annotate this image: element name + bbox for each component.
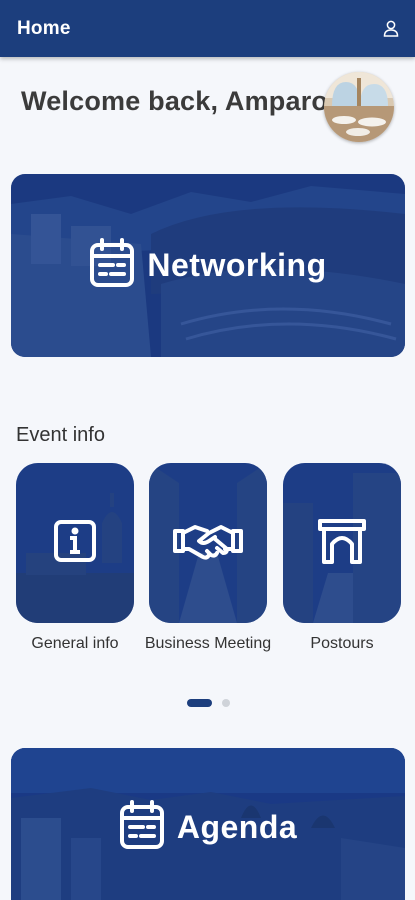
networking-label: Networking (147, 247, 327, 283)
calendar-icon (89, 237, 135, 294)
event-info-carousel[interactable]: General info Business Meeting Postours (16, 463, 406, 683)
carousel-pagination (187, 699, 230, 707)
page-title: Home (17, 17, 71, 39)
agenda-tile[interactable]: Agenda (11, 748, 405, 900)
business-meeting-tile[interactable] (149, 463, 267, 623)
arch-icon (318, 518, 366, 569)
event-info-title: Event info (16, 424, 105, 446)
app-header: Home (0, 0, 415, 57)
pagination-dot[interactable] (222, 699, 230, 707)
user-icon[interactable] (379, 17, 403, 41)
welcome-message: Welcome back, Amparo (21, 86, 329, 116)
calendar-icon (119, 799, 165, 856)
agenda-label: Agenda (176, 808, 298, 845)
general-info-card[interactable]: General info (16, 463, 134, 657)
pagination-dot-active[interactable] (187, 699, 212, 707)
info-icon (53, 519, 97, 568)
postours-card[interactable]: Postours (283, 463, 401, 657)
handshake-icon (173, 521, 243, 566)
avatar[interactable] (324, 72, 394, 142)
postours-tile[interactable] (283, 463, 401, 623)
business-meeting-label: Business Meeting (144, 635, 272, 652)
general-info-tile[interactable] (16, 463, 134, 623)
networking-tile[interactable]: Networking (11, 174, 405, 357)
business-meeting-card[interactable]: Business Meeting (145, 463, 271, 657)
postours-label: Postours (310, 635, 374, 652)
general-info-label: General info (31, 635, 119, 652)
